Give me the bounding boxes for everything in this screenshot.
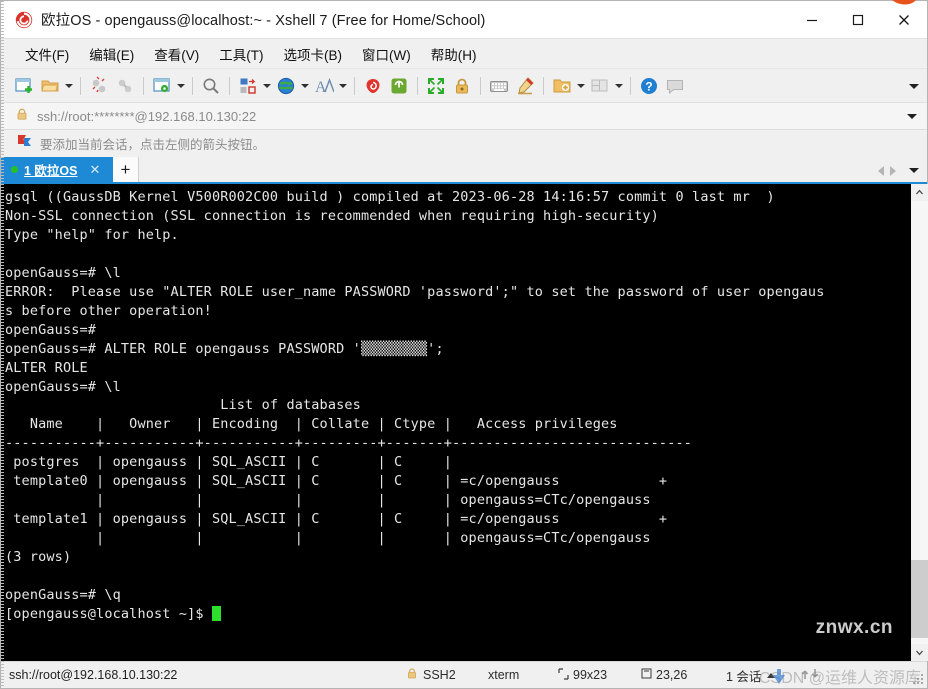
menu-tools[interactable]: 工具(T) xyxy=(209,41,273,67)
font-icon[interactable]: A xyxy=(311,73,337,99)
status-sessions-label: 1 会话 xyxy=(726,669,762,684)
tab-label: 1 欧拉OS xyxy=(24,164,78,178)
arrow-flag-icon xyxy=(17,134,33,154)
scroll-down-icon[interactable] xyxy=(910,644,928,661)
terminal-lines: gsql ((GaussDB Kernel V500R002C00 build … xyxy=(5,189,825,604)
address-bar[interactable]: ssh://root:********@192.168.10.130:22 xyxy=(1,103,927,130)
reconnect-icon[interactable] xyxy=(112,73,138,99)
status-security: SSH2 xyxy=(406,667,456,683)
session-hint-bar: 要添加当前会话，点击左侧的箭头按钮。 xyxy=(1,130,927,157)
status-url: ssh://root@192.168.10.130:22 xyxy=(9,668,178,682)
menu-file[interactable]: 文件(F) xyxy=(15,41,79,67)
globe-icon[interactable] xyxy=(273,73,299,99)
toolbar-divider xyxy=(354,76,355,95)
script-icon[interactable] xyxy=(386,73,412,99)
session-properties-icon[interactable] xyxy=(149,73,175,99)
disconnect-icon[interactable] xyxy=(86,73,112,99)
status-bar: ssh://root@192.168.10.130:22 SSH2 xterm … xyxy=(1,661,927,688)
chat-icon[interactable] xyxy=(662,73,688,99)
address-lock-icon xyxy=(15,107,29,126)
address-input[interactable]: ssh://root:********@192.168.10.130:22 xyxy=(37,109,256,124)
tab-prev-icon[interactable] xyxy=(878,165,884,176)
menu-bar: 文件(F) 编辑(E) 查看(V) 工具(T) 选项卡(B) 窗口(W) 帮助(… xyxy=(1,39,927,69)
close-button[interactable] xyxy=(881,1,927,39)
session-properties-dropdown-icon[interactable] xyxy=(175,73,187,99)
transfer-file-dropdown-icon[interactable] xyxy=(261,73,273,99)
connected-dot-icon xyxy=(11,166,18,173)
address-dropdown-icon[interactable] xyxy=(907,103,917,130)
status-lock-icon xyxy=(406,667,418,683)
menu-help[interactable]: 帮助(H) xyxy=(421,41,487,67)
globe-dropdown-icon[interactable] xyxy=(299,73,311,99)
status-terminal-type: xterm xyxy=(488,668,520,682)
toolbar: A ? xyxy=(1,69,927,103)
status-security-label: SSH2 xyxy=(423,668,456,682)
toolbar-divider xyxy=(480,76,481,95)
new-tab-button[interactable]: + xyxy=(113,157,139,182)
compose-icon[interactable] xyxy=(512,73,538,99)
xshell-window: 欧拉OS - opengauss@localhost:~ - Xshell 7 … xyxy=(0,0,928,689)
highlight-icon[interactable] xyxy=(360,73,386,99)
minimize-button[interactable] xyxy=(789,1,835,39)
toolbar-divider xyxy=(80,76,81,95)
svg-text:A: A xyxy=(315,79,327,96)
open-folder-dropdown-icon[interactable] xyxy=(63,73,75,99)
terminal-prompt: [opengauss@localhost ~]$ xyxy=(5,605,212,622)
menu-window[interactable]: 窗口(W) xyxy=(352,41,421,67)
status-sessions[interactable]: 1 会话 xyxy=(726,666,776,685)
toolbar-divider xyxy=(192,76,193,95)
status-transfer xyxy=(801,667,823,684)
toolbar-divider xyxy=(543,76,544,95)
resize-grip[interactable] xyxy=(913,674,924,685)
tab-next-icon[interactable] xyxy=(890,165,896,176)
tab-list-icon[interactable] xyxy=(909,168,919,173)
session-hint-text: 要添加当前会话，点击左侧的箭头按钮。 xyxy=(40,138,266,152)
new-session-icon[interactable] xyxy=(11,73,37,99)
size-icon xyxy=(558,667,569,683)
help-icon[interactable]: ? xyxy=(636,73,662,99)
tab-nav-controls xyxy=(878,157,919,184)
status-position: 23,26 xyxy=(641,668,687,683)
add-folder-dropdown-icon[interactable] xyxy=(575,73,587,99)
toolbar-overflow-button[interactable] xyxy=(909,69,919,103)
menu-edit[interactable]: 编辑(E) xyxy=(79,41,144,67)
add-folder-icon[interactable] xyxy=(549,73,575,99)
layout-icon[interactable] xyxy=(587,73,613,99)
status-position-label: 23,26 xyxy=(656,668,688,682)
menu-view[interactable]: 查看(V) xyxy=(144,41,209,67)
menu-tab[interactable]: 选项卡(B) xyxy=(274,41,353,67)
window-title: 欧拉OS - opengauss@localhost:~ - Xshell 7 … xyxy=(41,13,486,29)
find-icon[interactable] xyxy=(198,73,224,99)
tab-close-icon[interactable]: ✕ xyxy=(90,162,101,178)
window-controls xyxy=(789,1,927,39)
maximize-button[interactable] xyxy=(835,1,881,39)
font-dropdown-icon[interactable] xyxy=(337,73,349,99)
toolbar-divider xyxy=(630,76,631,95)
status-size: 99x23 xyxy=(558,667,608,683)
keyboard-icon[interactable] xyxy=(486,73,512,99)
svg-text:?: ? xyxy=(645,79,652,93)
tab-euleros[interactable]: 1 欧拉OS ✕ xyxy=(1,157,113,182)
title-bar: 欧拉OS - opengauss@localhost:~ - Xshell 7 … xyxy=(1,0,927,39)
cursor-position-icon xyxy=(641,668,652,683)
scrollbar-track[interactable] xyxy=(910,201,928,644)
toolbar-divider xyxy=(143,76,144,95)
terminal-output[interactable]: gsql ((GaussDB Kernel V500R002C00 build … xyxy=(1,184,910,661)
sessions-caret-up-icon[interactable] xyxy=(767,672,776,678)
lock-icon[interactable] xyxy=(449,73,475,99)
status-size-label: 99x23 xyxy=(573,668,608,682)
fullscreen-icon[interactable] xyxy=(423,73,449,99)
tab-bar: 1 欧拉OS ✕ + xyxy=(1,157,927,184)
terminal-area: gsql ((GaussDB Kernel V500R002C00 build … xyxy=(1,184,928,661)
transfer-file-icon[interactable] xyxy=(235,73,261,99)
open-folder-icon[interactable] xyxy=(37,73,63,99)
toolbar-divider xyxy=(229,76,230,95)
terminal-cursor xyxy=(211,605,221,621)
scrollbar-thumb[interactable] xyxy=(910,560,928,638)
scroll-up-icon[interactable] xyxy=(910,184,928,201)
layout-dropdown-icon[interactable] xyxy=(613,73,625,99)
terminal-scrollbar[interactable] xyxy=(910,184,928,661)
toolbar-divider xyxy=(417,76,418,95)
xshell-logo-icon xyxy=(15,11,33,29)
